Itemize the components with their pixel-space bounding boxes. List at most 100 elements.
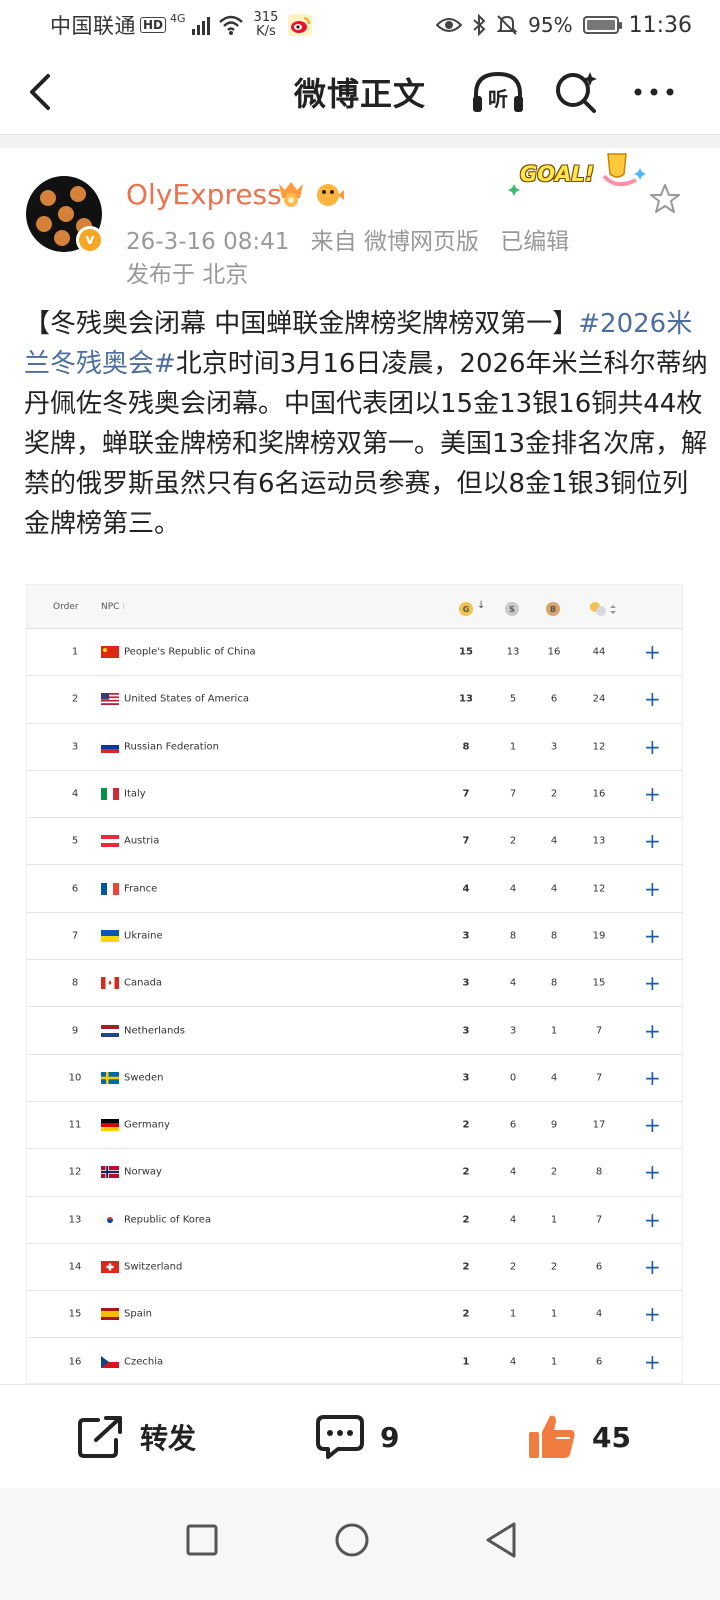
eye-icon	[436, 18, 463, 32]
expand-row-button[interactable]: +	[644, 1350, 661, 1374]
headphones-icon: 听	[473, 71, 523, 112]
expand-row-button[interactable]: +	[644, 1160, 661, 1184]
silver-count: 0	[509, 1072, 517, 1084]
medal-table-image[interactable]: Order NPC ⁝ G ↓ S B 1 People's Republic o…	[26, 584, 683, 1384]
bronze-count: 1	[550, 1214, 558, 1226]
favorite-star-icon[interactable]	[648, 182, 682, 216]
like-count: 45	[592, 1420, 631, 1454]
flag-cn-icon	[101, 646, 119, 659]
table-row[interactable]: 2 United States of America 13 5 6 24 +	[27, 676, 682, 724]
country-name[interactable]: Ukraine	[124, 930, 163, 941]
country-name[interactable]: France	[124, 883, 157, 894]
silver-header-label: S	[509, 604, 515, 614]
expand-row-button[interactable]: +	[644, 1302, 661, 1326]
more-button[interactable]	[630, 68, 682, 116]
expand-row-button[interactable]: +	[644, 1208, 661, 1232]
expand-row-button[interactable]: +	[644, 735, 661, 759]
country-name[interactable]: Switzerland	[124, 1262, 182, 1273]
table-row[interactable]: 1 People's Republic of China 15 13 16 44 +	[27, 629, 682, 677]
back-nav-button[interactable]	[472, 1510, 532, 1570]
gold-count: 2	[462, 1214, 470, 1226]
repost-button[interactable]: 转发	[76, 1385, 196, 1489]
country-name[interactable]: United States of America	[124, 694, 249, 705]
silver-count: 4	[509, 1166, 517, 1178]
country-name[interactable]: People's Republic of China	[124, 647, 256, 658]
table-row[interactable]: 7 Ukraine 3 8 8 19 +	[27, 913, 682, 961]
silver-header[interactable]: S	[505, 602, 519, 616]
total-medals-icon[interactable]	[589, 601, 619, 617]
table-row[interactable]: 5 Austria 7 2 4 13 +	[27, 818, 682, 866]
table-row[interactable]: 10 Sweden 3 0 4 7 +	[27, 1055, 682, 1102]
country-name[interactable]: Germany	[124, 1120, 170, 1131]
fish-badge-icon[interactable]	[314, 180, 344, 208]
expand-row-button[interactable]: +	[644, 1066, 661, 1090]
wifi-icon	[218, 15, 243, 35]
rank-cell: 13	[68, 1214, 82, 1226]
home-button[interactable]	[322, 1510, 382, 1570]
country-name[interactable]: Canada	[124, 978, 162, 989]
rank-cell: 8	[71, 977, 79, 989]
silver-count: 4	[509, 977, 517, 989]
gold-count: 2	[462, 1308, 470, 1320]
post-body: 【冬残奥会闭幕 中国蝉联金牌榜奖牌榜双第一】#2026米兰冬残奥会#北京时间3月…	[24, 304, 708, 544]
bronze-count: 16	[547, 646, 561, 658]
author-name[interactable]: OlyExpress	[126, 178, 282, 211]
expand-row-button[interactable]: +	[644, 924, 661, 948]
table-row[interactable]: 11 Germany 2 6 9 17 +	[27, 1102, 682, 1150]
bronze-count: 9	[550, 1119, 558, 1131]
order-header: Order	[53, 601, 79, 612]
expand-row-button[interactable]: +	[644, 1019, 661, 1043]
medal-badge-icon[interactable]	[276, 180, 306, 208]
country-name[interactable]: Norway	[124, 1167, 162, 1178]
gold-count: 2	[462, 1166, 470, 1178]
avatar[interactable]: v	[26, 176, 104, 254]
country-name[interactable]: Czechia	[124, 1356, 163, 1367]
total-count: 7	[595, 1214, 603, 1226]
expand-row-button[interactable]: +	[644, 829, 661, 853]
expand-row-button[interactable]: +	[644, 1113, 661, 1137]
country-name[interactable]: Austria	[124, 836, 159, 847]
total-count: 8	[595, 1166, 603, 1178]
expand-row-button[interactable]: +	[644, 687, 661, 711]
total-count: 6	[595, 1356, 603, 1368]
recent-apps-button[interactable]	[172, 1510, 232, 1570]
action-bar: 转发 9 45	[0, 1384, 720, 1488]
table-row[interactable]: 16 Czechia 1 4 1 6 +	[27, 1338, 682, 1383]
gold-header[interactable]: G	[459, 602, 473, 616]
comment-button[interactable]: 9	[314, 1385, 399, 1489]
npc-header[interactable]: NPC ⁝	[101, 602, 125, 612]
table-row[interactable]: 13 Republic of Korea 2 4 1 7 +	[27, 1197, 682, 1244]
gold-count: 15	[459, 646, 473, 658]
country-name[interactable]: Spain	[124, 1309, 152, 1320]
table-row[interactable]: 3 Russian Federation 8 1 3 12 +	[27, 724, 682, 771]
table-row[interactable]: 8 Canada 3 4 8 15 +	[27, 960, 682, 1008]
table-row[interactable]: 9 Netherlands 3 3 1 7 +	[27, 1007, 682, 1055]
table-row[interactable]: 6 France 4 4 4 12 +	[27, 865, 682, 913]
expand-row-button[interactable]: +	[644, 877, 661, 901]
back-button[interactable]	[22, 68, 62, 116]
gold-count: 2	[462, 1261, 470, 1273]
table-row[interactable]: 15 Spain 2 1 1 4 +	[27, 1291, 682, 1339]
table-row[interactable]: 4 Italy 7 7 2 16 +	[27, 771, 682, 819]
post-source: 来自 微博网页版	[310, 229, 479, 255]
expand-row-button[interactable]: +	[644, 971, 661, 995]
listen-button[interactable]: 听	[470, 68, 523, 116]
country-name[interactable]: Sweden	[124, 1072, 164, 1083]
country-name[interactable]: Russian Federation	[124, 741, 219, 752]
like-button[interactable]: 45	[526, 1385, 631, 1489]
expand-row-button[interactable]: +	[644, 1255, 661, 1279]
search-button[interactable]	[552, 68, 604, 116]
country-name[interactable]: Republic of Korea	[124, 1214, 211, 1225]
gold-count: 4	[462, 883, 470, 895]
goal-label: GOAL!	[520, 162, 595, 186]
bronze-count: 4	[550, 835, 558, 847]
country-name[interactable]: Italy	[124, 789, 146, 800]
total-count: 7	[595, 1025, 603, 1037]
table-row[interactable]: 12 Norway 2 4 2 8 +	[27, 1149, 682, 1197]
expand-row-button[interactable]: +	[644, 640, 661, 664]
bronze-header[interactable]: B	[546, 602, 560, 616]
table-row[interactable]: 14 Switzerland 2 2 2 6 +	[27, 1244, 682, 1292]
rank-cell: 5	[71, 835, 79, 847]
country-name[interactable]: Netherlands	[124, 1025, 185, 1036]
expand-row-button[interactable]: +	[644, 782, 661, 806]
